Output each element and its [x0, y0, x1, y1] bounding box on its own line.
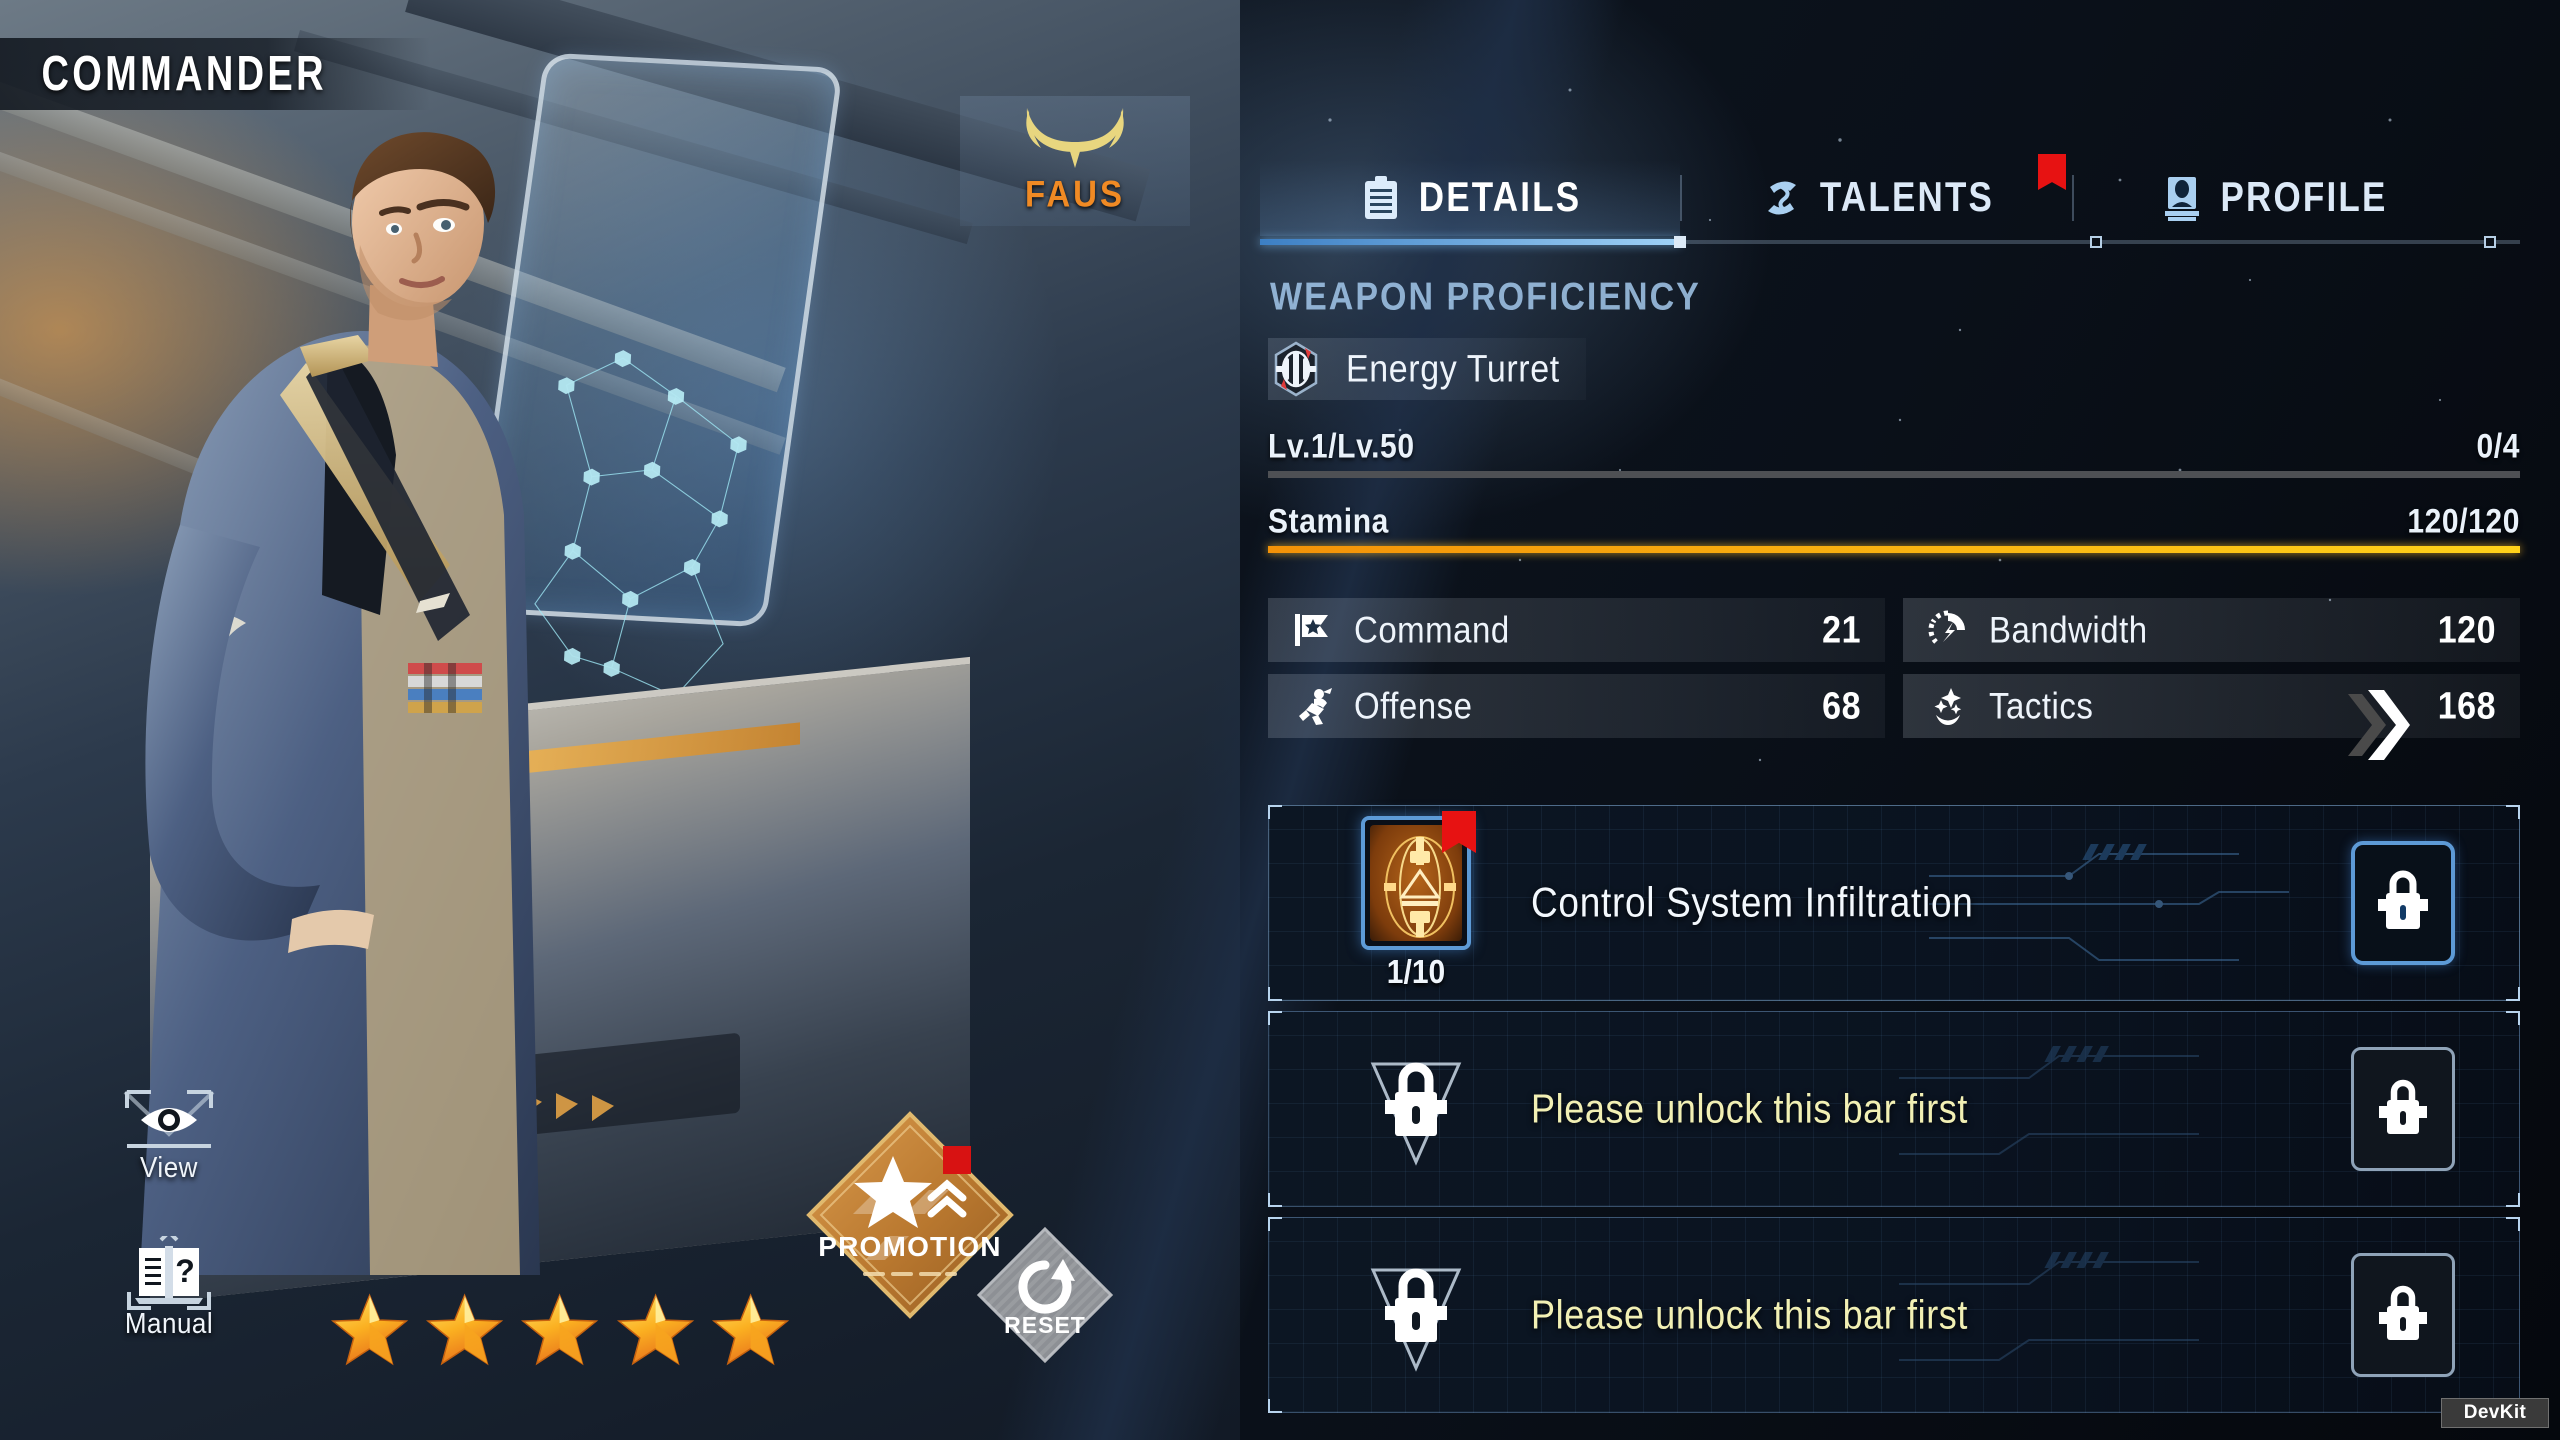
promotion-badge	[943, 1146, 971, 1174]
stat-command-value: 21	[1822, 608, 1861, 651]
locked-unlock-button[interactable]	[2351, 1047, 2455, 1171]
stat-offense[interactable]: Offense 68	[1268, 674, 1885, 738]
commander-screen: COMMANDER FAUS ?	[0, 0, 2560, 1440]
locked-unlock-button[interactable]	[2351, 1253, 2455, 1377]
skill-card-unlocked[interactable]: 1/10 Control System Infiltration	[1268, 805, 2520, 1001]
tab-details[interactable]: DETAILS	[1260, 160, 1680, 236]
stat-command-label: Command	[1354, 608, 1510, 651]
stat-tactics[interactable]: Tactics 168	[1903, 674, 2520, 738]
level-value: 0/4	[2476, 427, 2520, 466]
sparkle-icon	[1934, 688, 1962, 725]
stamina-progress-fill	[1268, 546, 2520, 553]
tab-tick-details[interactable]	[1674, 236, 1686, 248]
locked-slot-icon-wrap	[1321, 1034, 1511, 1184]
tab-tick-talents[interactable]	[2090, 236, 2102, 248]
weapon-proficiency-row[interactable]: Energy Turret	[1268, 338, 1586, 400]
view-button[interactable]: View	[110, 1080, 228, 1198]
next-commander-button[interactable]	[2340, 680, 2410, 770]
svg-text:?: ?	[175, 1253, 195, 1289]
skill-name: Control System Infiltration	[1531, 879, 1974, 926]
faction-emblem-block: FAUS	[960, 96, 1190, 226]
rank-star-icon	[616, 1293, 694, 1366]
rank-star-icon	[330, 1293, 409, 1366]
rank-star-icon	[426, 1293, 504, 1366]
stamina-bar-block: Stamina 120/120	[1268, 502, 2520, 553]
running-soldier-icon	[1299, 688, 1332, 725]
locked-message: Please unlock this bar first	[1531, 1291, 1968, 1338]
tab-profile-label: PROFILE	[2220, 174, 2388, 221]
skill-unlock-button[interactable]	[2351, 841, 2455, 965]
locked-slot-icon	[1370, 1062, 1462, 1166]
weapon-proficiency-title: WEAPON PROFICIENCY	[1270, 275, 1701, 319]
reset-button[interactable]: RESET	[975, 1225, 1115, 1365]
stamina-value: 120/120	[2407, 502, 2520, 541]
stat-command[interactable]: Command 21	[1268, 598, 1885, 662]
locked-lock-icon	[2379, 1285, 2427, 1340]
rank-star-icon	[711, 1293, 790, 1366]
stats-grid: Command 21 Bandwidth 120 Offense 68 Tact…	[1268, 598, 2520, 738]
tab-details-label: DETAILS	[1418, 174, 1582, 221]
rank-star-icon	[521, 1293, 599, 1366]
stamina-progress-bar	[1268, 546, 2520, 553]
manual-book-icon: ?	[127, 1236, 211, 1310]
locked-slot-icon	[1370, 1268, 1462, 1372]
profile-portrait-icon	[2165, 177, 2200, 221]
manual-button[interactable]: ? Manual	[110, 1230, 228, 1348]
stat-tactics-value: 168	[2437, 684, 2496, 727]
unlocked-lock-icon	[2378, 870, 2428, 929]
energy-turret-icon	[1274, 341, 1318, 397]
page-title: COMMANDER	[41, 46, 327, 101]
devkit-label: DevKit	[2463, 1402, 2527, 1423]
tab-talents-label: TALENTS	[1819, 174, 1995, 221]
tab-bar: DETAILS TALENTS PROFILE	[1260, 154, 2520, 241]
reset-label: RESET	[1004, 1312, 1086, 1338]
eye-icon	[123, 1090, 215, 1148]
skill-level-count: 1/10	[1386, 953, 1446, 991]
locked-lock-icon	[2379, 1079, 2427, 1134]
tab-talents[interactable]: TALENTS	[1682, 154, 2072, 236]
stamina-label: Stamina	[1268, 502, 1389, 541]
manual-label: Manual	[124, 1306, 214, 1340]
skill-card-locked[interactable]: Please unlock this bar first	[1268, 1217, 2520, 1413]
horned-crescent-emblem-icon	[1026, 108, 1124, 168]
level-label: Lv.1/Lv.50	[1268, 427, 1415, 466]
stat-offense-value: 68	[1822, 684, 1861, 727]
tab-underline-track	[1260, 236, 2520, 248]
level-progress-bar	[1268, 471, 2520, 478]
devkit-watermark: DevKit	[2441, 1398, 2549, 1428]
talents-swirl-icon	[1767, 181, 1796, 215]
flag-star-icon	[1295, 614, 1328, 646]
tab-underline-active	[1260, 239, 1680, 245]
tab-talents-badge	[2038, 154, 2066, 190]
speedometer-icon	[1928, 610, 1965, 644]
rank-stars	[330, 1290, 790, 1378]
page-title-banner: COMMANDER	[0, 38, 430, 110]
stat-bandwidth[interactable]: Bandwidth 120	[1903, 598, 2520, 662]
faction-name: FAUS	[1024, 172, 1125, 215]
level-bar-block: Lv.1/Lv.50 0/4	[1268, 427, 2520, 478]
locked-slot-icon-wrap	[1321, 1240, 1511, 1390]
skill-icon-frame	[1361, 811, 1476, 950]
locked-message: Please unlock this bar first	[1531, 1085, 1968, 1132]
skill-icon-wrap[interactable]: 1/10	[1321, 811, 1511, 991]
skill-card-locked[interactable]: Please unlock this bar first	[1268, 1011, 2520, 1207]
stat-offense-label: Offense	[1354, 684, 1473, 727]
skill-card-list: 1/10 Control System Infiltration Please …	[1268, 805, 2520, 1423]
stat-bandwidth-value: 120	[2437, 608, 2496, 651]
clipboard-icon	[1364, 176, 1397, 219]
stat-bandwidth-label: Bandwidth	[1989, 608, 2148, 651]
weapon-name: Energy Turret	[1346, 347, 1560, 390]
tab-tick-profile[interactable]	[2484, 236, 2496, 248]
tab-profile[interactable]: PROFILE	[2074, 160, 2474, 236]
view-label: View	[140, 1150, 198, 1184]
